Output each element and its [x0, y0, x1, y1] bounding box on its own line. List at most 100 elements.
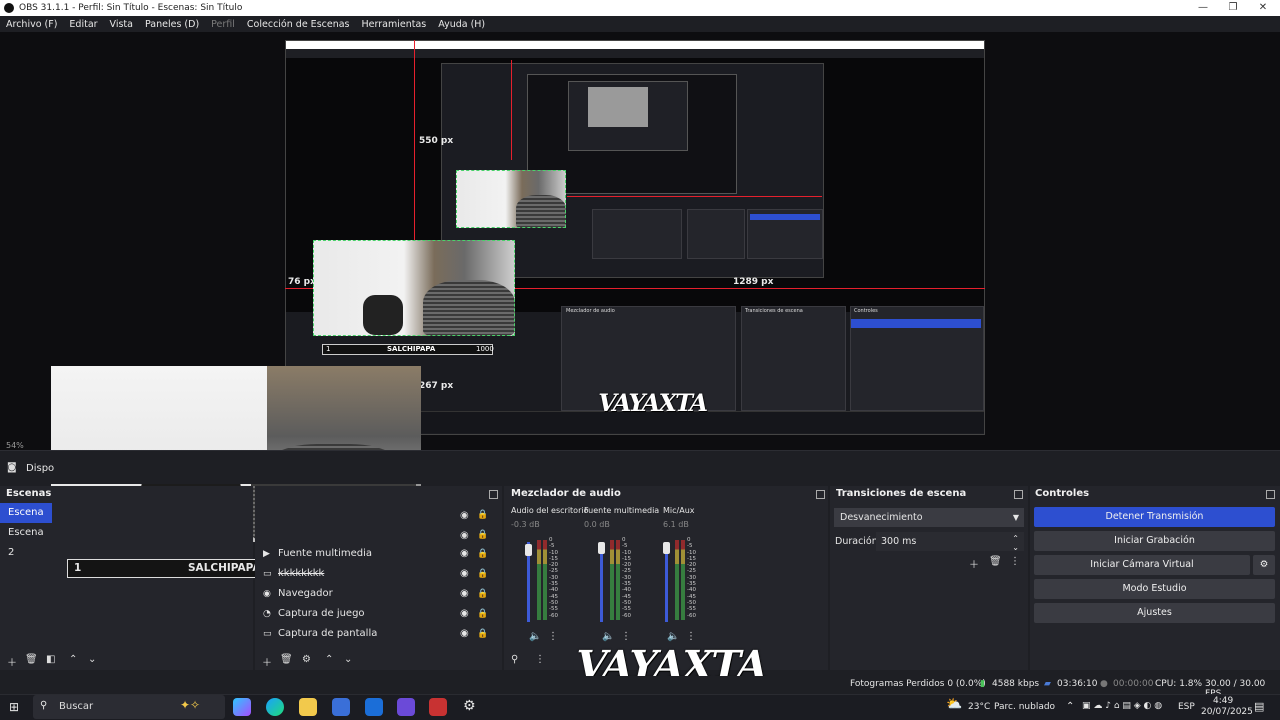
move-up-icon[interactable]: ⌃ [69, 654, 77, 665]
speaker-icon[interactable]: 🔈 [667, 631, 679, 642]
menu-perfil[interactable]: Perfil [211, 19, 235, 30]
overlay-name: SALCHIPAPA [188, 562, 261, 574]
speaker-icon[interactable]: 🔈 [529, 631, 541, 642]
lock-icon[interactable]: 🔒 [477, 604, 488, 624]
menu-coleccion-escenas[interactable]: Colección de Escenas [247, 19, 350, 30]
transitions-header: Transiciones de escena [836, 488, 967, 499]
channel-menu-icon[interactable]: ⋮ [548, 631, 558, 642]
store-icon[interactable] [332, 698, 350, 716]
visibility-eye-icon[interactable]: ◉ [460, 544, 469, 564]
mixer-undock-icon[interactable] [816, 490, 825, 499]
source-up-icon[interactable]: ⌃ [325, 654, 333, 665]
nested-menu-bar [286, 49, 984, 58]
scene-filter-icon[interactable]: ◧ [46, 654, 55, 665]
source-item[interactable]: ▶ Fuente multimedia ◉ 🔒 [258, 544, 498, 564]
stop-stream-button[interactable]: Detener Transmisión [1034, 507, 1275, 527]
file-explorer-icon[interactable] [299, 698, 317, 716]
studio-mode-button[interactable]: Modo Estudio [1034, 579, 1275, 599]
menu-herramientas[interactable]: Herramientas [362, 19, 427, 30]
source-item[interactable]: ▭ kkkkkkkk ◉ 🔒 [258, 564, 498, 584]
guide-label-left: 76 px [288, 277, 316, 287]
level-meter [543, 540, 547, 620]
visibility-eye-icon[interactable]: ◉ [460, 530, 469, 541]
stream-icon: ▰ [1044, 679, 1051, 689]
scene-item-escena-2[interactable]: Escena 2 [0, 523, 52, 558]
clock-date[interactable]: 20/07/2025 [1201, 707, 1253, 717]
mixer-menu-icon[interactable]: ⋮ [535, 654, 545, 665]
speaker-icon[interactable]: 🔈 [602, 631, 614, 642]
tray-icons[interactable]: ▣ ☁ ♪ ⌂ ▤ ◈ ◐ ◍ [1082, 701, 1162, 711]
volume-slider[interactable] [665, 542, 668, 622]
language-indicator[interactable]: ESP [1178, 702, 1195, 712]
settings-button[interactable]: Ajustes [1034, 603, 1275, 623]
transition-menu-icon[interactable]: ⋮ [1010, 556, 1020, 567]
visibility-eye-icon[interactable]: ◉ [460, 510, 469, 521]
lock-icon[interactable]: 🔒 [477, 530, 488, 540]
channel-menu-icon[interactable]: ⋮ [621, 631, 631, 642]
volume-slider[interactable] [600, 542, 603, 622]
volume-slider-handle[interactable] [663, 541, 670, 554]
volume-slider-handle[interactable] [598, 541, 605, 554]
source-item[interactable]: ▭ Captura de pantalla ◉ 🔒 [258, 624, 498, 644]
outlook-icon[interactable] [365, 698, 383, 716]
obs-taskbar-icon[interactable] [397, 698, 415, 716]
visibility-eye-icon[interactable]: ◉ [460, 564, 469, 584]
duration-value: 300 ms [881, 536, 917, 547]
visibility-eye-icon[interactable]: ◉ [460, 604, 469, 624]
lock-icon[interactable]: 🔒 [477, 544, 488, 564]
channel-menu-icon[interactable]: ⋮ [686, 631, 696, 642]
visibility-eye-icon[interactable]: ◉ [460, 584, 469, 604]
source-item[interactable]: ◉ Navegador ◉ 🔒 [258, 584, 498, 604]
start-virtual-cam-button[interactable]: Iniciar Cámara Virtual [1034, 555, 1250, 575]
visibility-eye-icon[interactable]: ◉ [460, 624, 469, 644]
selection-bounding-box[interactable] [313, 240, 515, 336]
add-transition-button[interactable]: ＋ [969, 556, 979, 571]
advanced-audio-icon[interactable]: ⚲ [511, 654, 518, 665]
virtual-cam-settings-icon[interactable]: ⚙ [1253, 555, 1275, 575]
tray-chevron-icon[interactable]: ⌃ [1066, 701, 1074, 712]
spin-down-icon[interactable]: ⌄ [1012, 538, 1019, 557]
scenes-header: Escenas [6, 488, 52, 499]
weather-desc: Parc. nublado [994, 702, 1056, 712]
close-button[interactable]: ✕ [1248, 0, 1278, 16]
lock-icon[interactable]: 🔒 [477, 564, 488, 584]
minimize-button[interactable]: — [1188, 0, 1218, 16]
source-item[interactable]: ◔ Captura de juego ◉ 🔒 [258, 604, 498, 624]
menu-editar[interactable]: Editar [69, 19, 97, 30]
app-taskbar-icon[interactable] [429, 698, 447, 716]
menu-archivo[interactable]: Archivo (F) [6, 19, 57, 30]
scene-item-escena[interactable]: Escena [0, 503, 52, 523]
copilot-icon[interactable] [233, 698, 251, 716]
menu-vista[interactable]: Vista [110, 19, 133, 30]
guide-horizontal-inner [567, 196, 822, 197]
transitions-undock-icon[interactable] [1014, 490, 1023, 499]
volume-slider-handle[interactable] [525, 544, 532, 556]
add-source-button[interactable]: ＋ [262, 654, 272, 669]
menu-ayuda[interactable]: Ayuda (H) [438, 19, 485, 30]
edge-icon[interactable] [266, 698, 284, 716]
menu-paneles[interactable]: Paneles (D) [145, 19, 199, 30]
remove-scene-icon[interactable]: 🗑 [25, 654, 38, 665]
mixer-channel-db: 6.1 dB [663, 520, 689, 529]
meter-scale-tick: -25 [687, 568, 696, 575]
lock-icon[interactable]: 🔒 [477, 510, 488, 520]
transition-select[interactable]: Desvanecimiento ▼ [834, 508, 1024, 527]
overlay-number: 1 [74, 562, 82, 574]
controls-undock-icon[interactable] [1266, 490, 1275, 499]
notification-icon[interactable]: ▤ [1254, 700, 1264, 713]
sources-undock-icon[interactable] [489, 490, 498, 499]
maximize-button[interactable]: ❐ [1218, 0, 1248, 16]
move-down-icon[interactable]: ⌄ [88, 654, 96, 665]
clock-time[interactable]: 4:49 [1213, 696, 1233, 706]
source-down-icon[interactable]: ⌄ [344, 654, 352, 665]
windows-start-icon[interactable]: ⊞ [9, 700, 19, 714]
settings-taskbar-icon[interactable]: ⚙ [463, 698, 476, 714]
lock-icon[interactable]: 🔒 [477, 584, 488, 604]
remove-source-icon[interactable]: 🗑 [280, 654, 293, 665]
duration-input[interactable]: 300 ms ⌃ ⌄ [876, 532, 1024, 552]
start-recording-button[interactable]: Iniciar Grabación [1034, 531, 1275, 551]
lock-icon[interactable]: 🔒 [477, 624, 488, 644]
add-scene-button[interactable]: ＋ [7, 654, 17, 669]
remove-transition-icon[interactable]: 🗑 [989, 556, 1002, 567]
source-properties-icon[interactable]: ⚙ [302, 654, 311, 665]
